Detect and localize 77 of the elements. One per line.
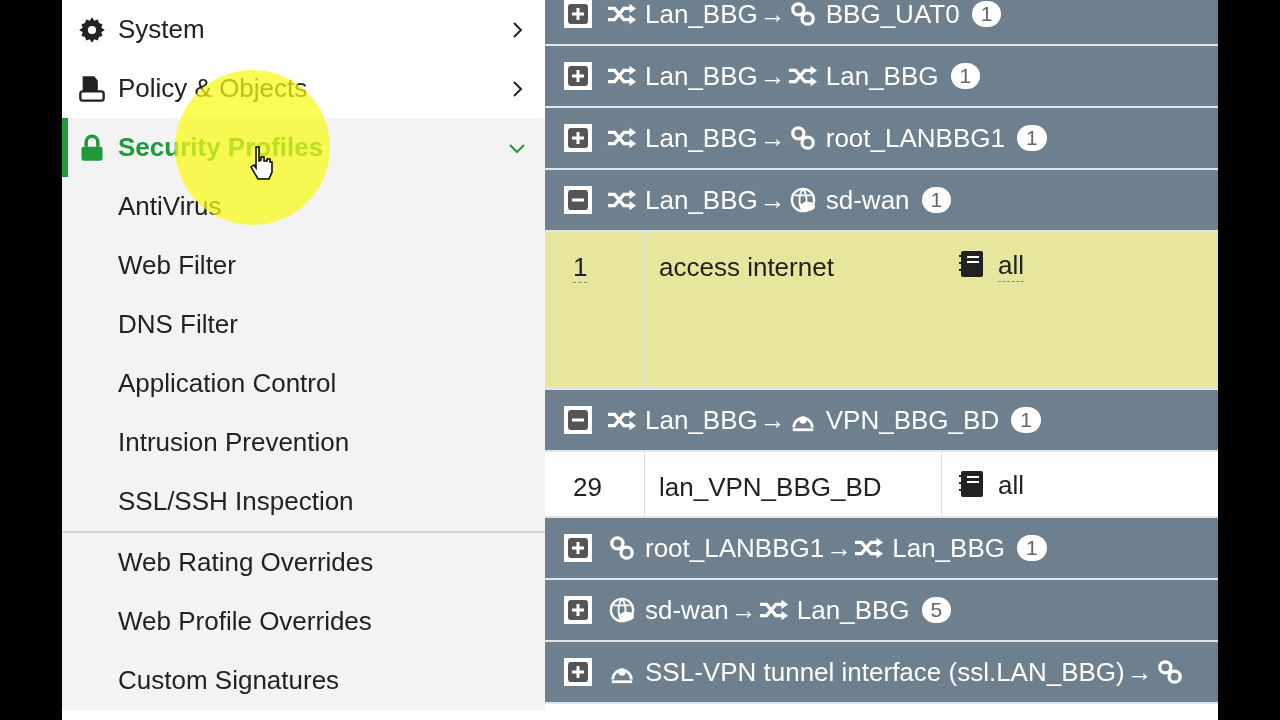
policy-group-header[interactable]: Lan_BBG→ VPN_BBG_BD 1: [545, 390, 1218, 452]
shuffle-icon: [854, 535, 885, 561]
interface-name: VPN_BBG_BD: [825, 404, 1000, 436]
arrow-icon: →: [759, 122, 786, 154]
submenu-item[interactable]: Intrusion Prevention: [62, 413, 545, 472]
interface-name: Lan_BBG: [645, 0, 758, 30]
interface-name: Lan_BBG: [892, 532, 1005, 564]
expand-icon[interactable]: [563, 61, 593, 91]
count-badge: 1: [1016, 125, 1047, 151]
menu-item[interactable]: System: [62, 0, 545, 59]
policy-id: 29: [573, 472, 602, 502]
expand-icon[interactable]: [563, 533, 593, 563]
interface-name: sd-wan: [645, 594, 729, 626]
shuffle-icon: [607, 187, 637, 213]
arrow-icon: →: [730, 594, 757, 626]
policy-name: lan_VPN_BBG_BD: [659, 472, 882, 502]
submenu-item[interactable]: Custom Signatures: [62, 651, 545, 710]
source-address: all: [998, 250, 1024, 282]
collapse-icon[interactable]: [563, 405, 593, 435]
policy-id: 1: [573, 252, 588, 283]
interface-name: BBG_UAT0: [825, 0, 960, 30]
policy-group-header[interactable]: SSL-VPN tunnel interface (ssl.LAN_BBG)→: [545, 642, 1218, 704]
interface-name: sd-wan: [825, 184, 910, 216]
arrow-icon: →: [759, 0, 786, 30]
policy-row[interactable]: 1 access internet all: [545, 232, 1218, 390]
policy-name: access internet: [659, 252, 834, 282]
submenu-item[interactable]: Web Filter: [62, 236, 545, 295]
source-address: all: [998, 470, 1024, 501]
policy-group-header[interactable]: sd-wan→ Lan_BBG 5: [545, 580, 1218, 642]
interface-name: Lan_BBG: [645, 184, 758, 216]
policy-group-header[interactable]: Lan_BBG→ Lan_BBG 1: [545, 46, 1218, 108]
arrow-icon: →: [826, 532, 853, 564]
shuffle-icon: [607, 1, 637, 27]
shuffle-icon: [607, 63, 637, 89]
arrow-icon: →: [1126, 656, 1153, 688]
count-badge: 1: [921, 187, 952, 213]
menu-label: System: [118, 14, 206, 45]
clipboard-icon: [78, 74, 106, 103]
interface-name: root_LANBBG1: [645, 532, 825, 564]
policy-group-header[interactable]: root_LANBBG1→ Lan_BBG 1: [545, 518, 1218, 580]
expand-icon[interactable]: [563, 123, 593, 153]
policy-group-header[interactable]: Lan_BBG→ sd-wan 1: [545, 170, 1218, 232]
shuffle-icon: [607, 407, 637, 433]
globe-cloud-icon: [607, 597, 637, 623]
count-badge: 1: [1011, 407, 1041, 433]
submenu-item[interactable]: Web Profile Overrides: [62, 592, 545, 651]
collapse-icon[interactable]: [563, 185, 593, 215]
shuffle-icon: [758, 597, 789, 623]
policy-group-header[interactable]: Lan_BBG→ root_LANBBG1 1: [545, 108, 1218, 170]
policy-row[interactable]: 29 lan_VPN_BBG_BD all: [545, 452, 1218, 518]
address-book-icon: [958, 470, 986, 498]
interface-name: Lan_BBG: [825, 60, 939, 92]
submenu-item[interactable]: SSL/SSH Inspection: [62, 472, 545, 531]
policy-group-header[interactable]: Lan_BBG→ BBG_UAT0 1: [545, 0, 1218, 46]
count-badge: 1: [1016, 535, 1047, 561]
interface-name: SSL-VPN tunnel interface (ssl.LAN_BBG): [645, 656, 1125, 688]
interface-name: Lan_BBG: [645, 404, 758, 436]
submenu-item[interactable]: Application Control: [62, 354, 545, 413]
shuffle-icon: [787, 63, 818, 89]
interface-name: Lan_BBG: [645, 122, 758, 154]
arrow-icon: →: [759, 60, 786, 92]
gear-icon: [78, 15, 106, 44]
interface-name: Lan_BBG: [796, 594, 910, 626]
count-badge: 1: [950, 63, 981, 89]
expand-icon[interactable]: [563, 657, 593, 687]
count-badge: 1: [971, 1, 1002, 27]
arrow-icon: →: [759, 184, 786, 216]
address-book-icon: [958, 250, 986, 278]
arrow-icon: →: [759, 404, 786, 436]
count-badge: 5: [921, 597, 952, 623]
interface-name: Lan_BBG: [645, 60, 758, 92]
expand-icon[interactable]: [563, 595, 593, 625]
interface-name: root_LANBBG1: [825, 122, 1005, 154]
submenu-item[interactable]: DNS Filter: [62, 295, 545, 354]
expand-icon[interactable]: [563, 0, 593, 29]
shuffle-icon: [607, 125, 637, 151]
chain-link-icon: [607, 535, 637, 561]
